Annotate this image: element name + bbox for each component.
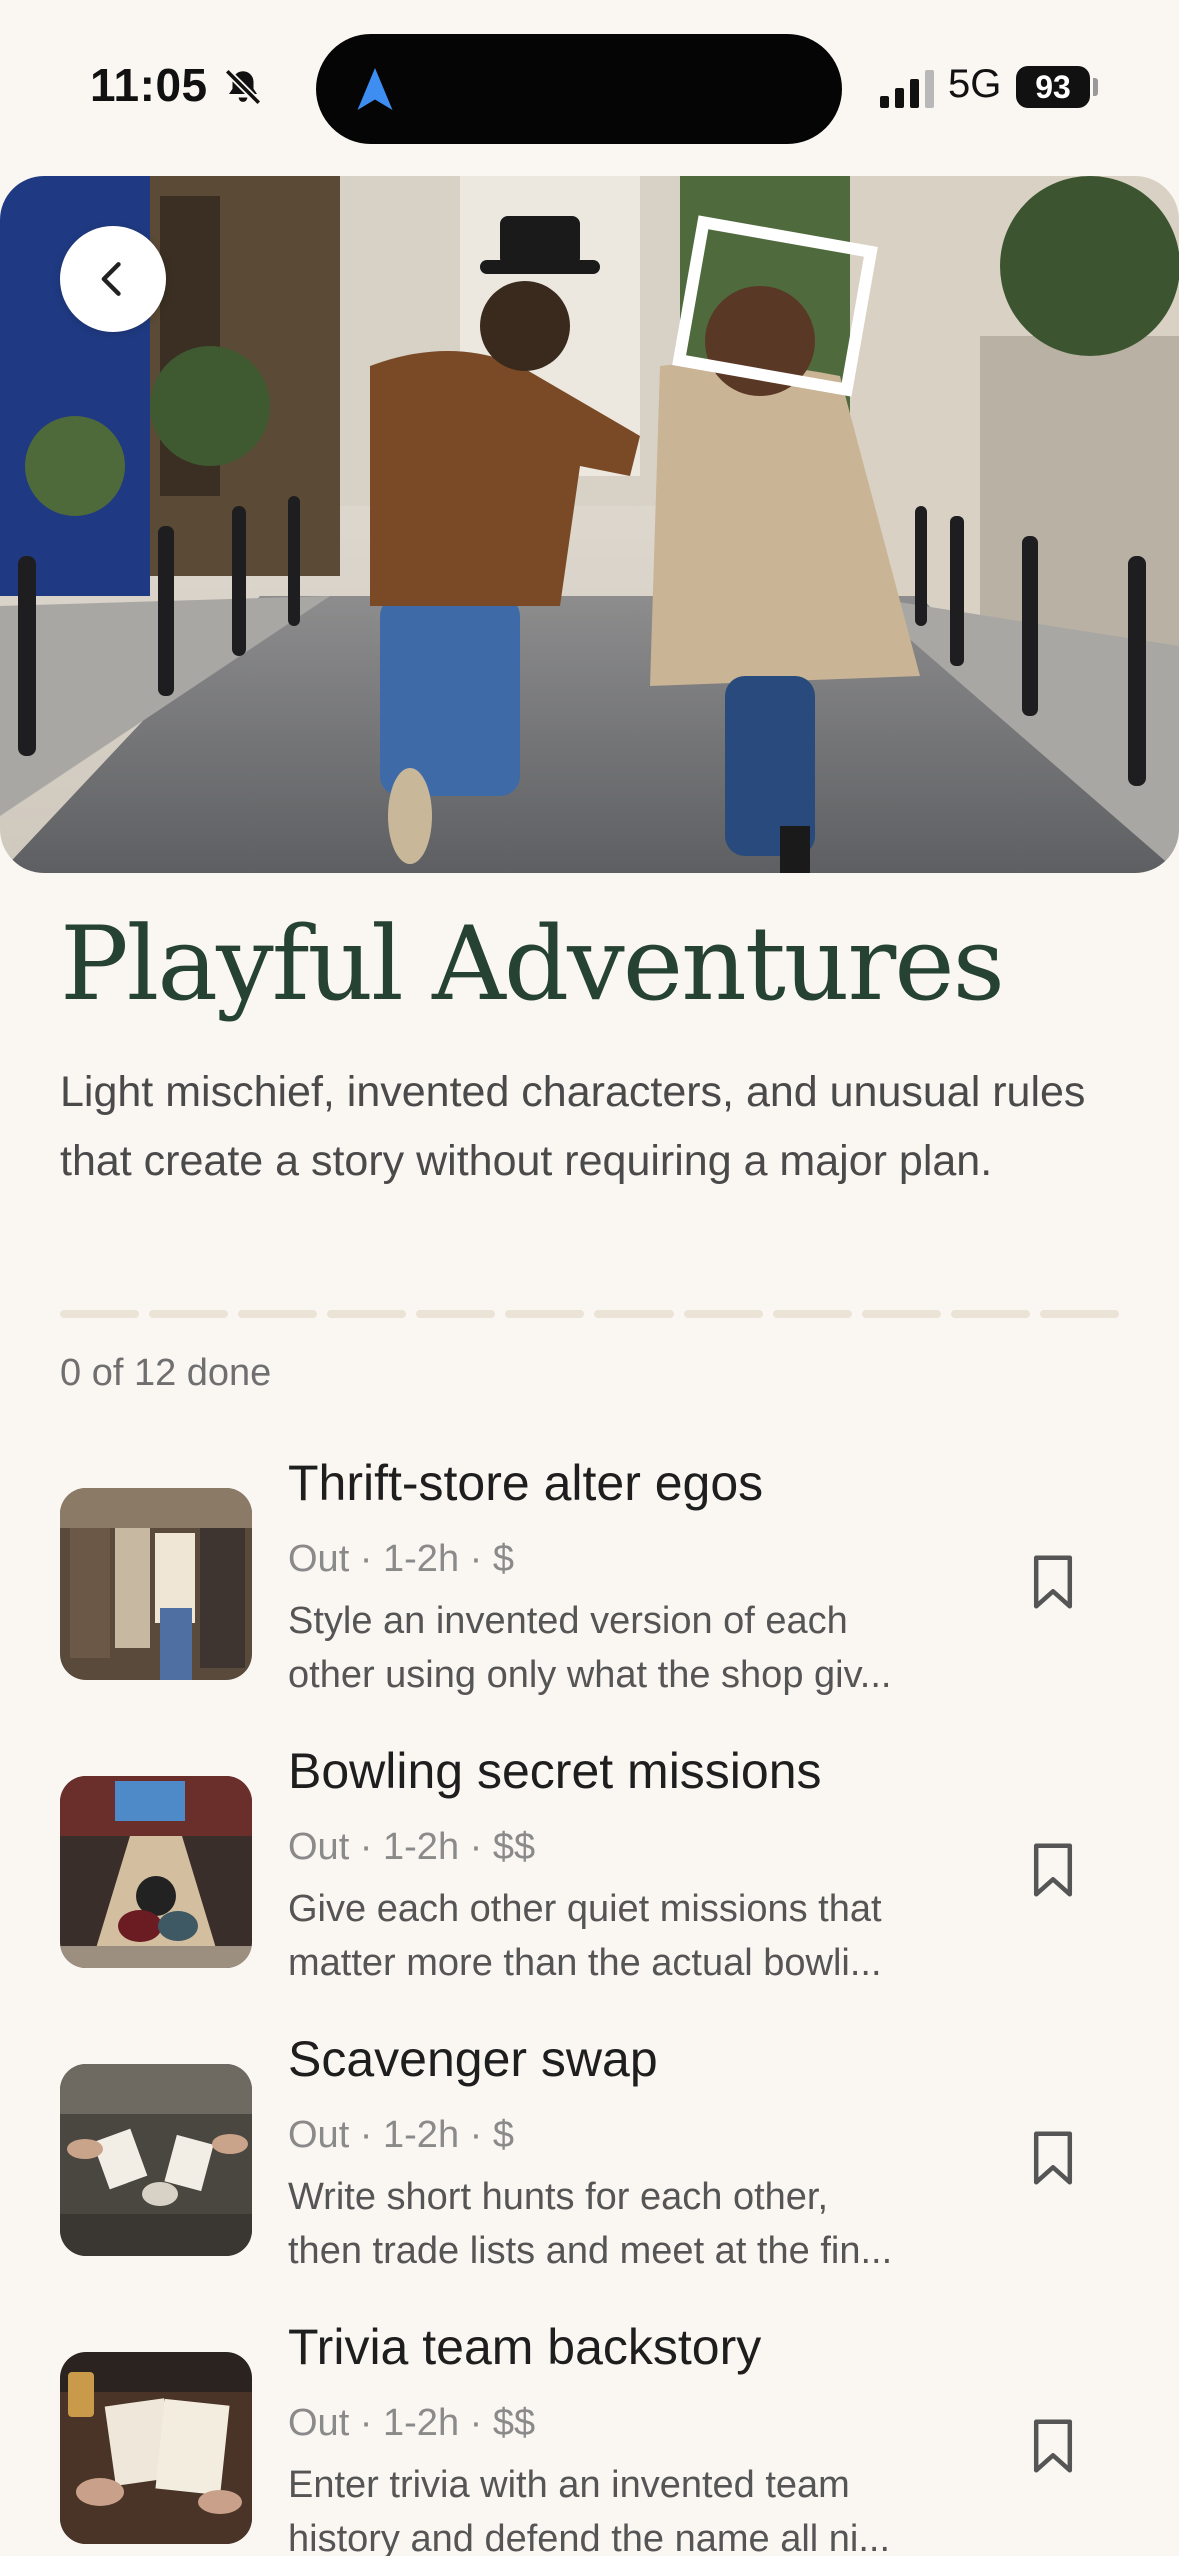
item-meta: Out · 1-2h · $$ <box>288 1826 536 1868</box>
progress-segment <box>861 1310 941 1318</box>
page-title: Playful Adventures <box>60 905 1005 1024</box>
activity-category-page: 11:05 5G 93 Playful Adventures Light mis… <box>0 0 1179 2556</box>
hero-image <box>0 176 1179 873</box>
item-thumbnail <box>60 2064 252 2256</box>
progress-segment <box>950 1310 1030 1318</box>
progress-segment <box>149 1310 229 1318</box>
item-description: Give each other quiet missions that matt… <box>288 1882 958 1990</box>
item-description-line: matter more than the actual bowli... <box>288 1942 882 1984</box>
list-item[interactable]: Bowling secret missions Out · 1-2h · $$ … <box>0 1742 1179 2012</box>
bookmark-icon[interactable] <box>1030 2418 1076 2474</box>
progress-bar <box>60 1310 1119 1320</box>
status-bar: 11:05 5G 93 <box>0 0 1179 176</box>
item-thumbnail <box>60 2352 252 2544</box>
progress-segment <box>1039 1310 1119 1318</box>
bookmark-icon[interactable] <box>1030 2130 1076 2186</box>
item-description-line: Style an invented version of each <box>288 1600 848 1642</box>
page-description: Light mischief, invented characters, and… <box>60 1068 1086 1185</box>
item-description: Write short hunts for each other, then t… <box>288 2170 958 2278</box>
battery-cap <box>1093 78 1098 96</box>
item-description-line: then trade lists and meet at the fin... <box>288 2230 893 2272</box>
item-thumbnail <box>60 1488 252 1680</box>
item-title: Scavenger swap <box>288 2031 658 2087</box>
item-description-line: Write short hunts for each other, <box>288 2176 829 2218</box>
cellular-signal-icon <box>880 70 934 108</box>
progress-text: 0 of 12 done <box>60 1352 272 1394</box>
item-title: Trivia team backstory <box>288 2319 762 2375</box>
item-description-line: Enter trivia with an invented team <box>288 2464 850 2506</box>
progress-segment <box>594 1310 674 1318</box>
list-item[interactable]: Scavenger swap Out · 1-2h · $ Write shor… <box>0 2030 1179 2300</box>
item-meta: Out · 1-2h · $ <box>288 2114 514 2156</box>
battery-indicator: 93 <box>1016 66 1090 108</box>
item-meta: Out · 1-2h · $$ <box>288 2402 536 2444</box>
item-description: Style an invented version of each other … <box>288 1594 958 1702</box>
progress-segment <box>60 1310 140 1318</box>
chevron-left-icon <box>101 262 121 296</box>
progress-segment <box>505 1310 585 1318</box>
progress-segment <box>327 1310 407 1318</box>
item-meta: Out · 1-2h · $ <box>288 1538 514 1580</box>
progress-segment <box>416 1310 496 1318</box>
location-arrow-icon <box>357 68 393 110</box>
item-description: Enter trivia with an invented team histo… <box>288 2458 958 2556</box>
item-description-line: Give each other quiet missions that <box>288 1888 882 1930</box>
progress-segment <box>238 1310 318 1318</box>
item-title: Bowling secret missions <box>288 1743 822 1799</box>
item-thumbnail <box>60 1776 252 1968</box>
bookmark-icon[interactable] <box>1030 1842 1076 1898</box>
network-type: 5G <box>948 62 1002 106</box>
back-button[interactable] <box>60 226 166 332</box>
item-description-line: history and defend the name all ni... <box>288 2518 891 2556</box>
progress-segment <box>683 1310 763 1318</box>
item-description-line: other using only what the shop giv... <box>288 1654 892 1696</box>
item-title: Thrift-store alter egos <box>288 1455 764 1511</box>
bookmark-icon[interactable] <box>1030 1554 1076 1610</box>
status-time: 11:05 <box>90 59 208 111</box>
progress-segment <box>772 1310 852 1318</box>
bell-slash-icon <box>224 68 262 106</box>
list-item[interactable]: Trivia team backstory Out · 1-2h · $$ En… <box>0 2318 1179 2556</box>
list-item[interactable]: Thrift-store alter egos Out · 1-2h · $ S… <box>0 1454 1179 1724</box>
